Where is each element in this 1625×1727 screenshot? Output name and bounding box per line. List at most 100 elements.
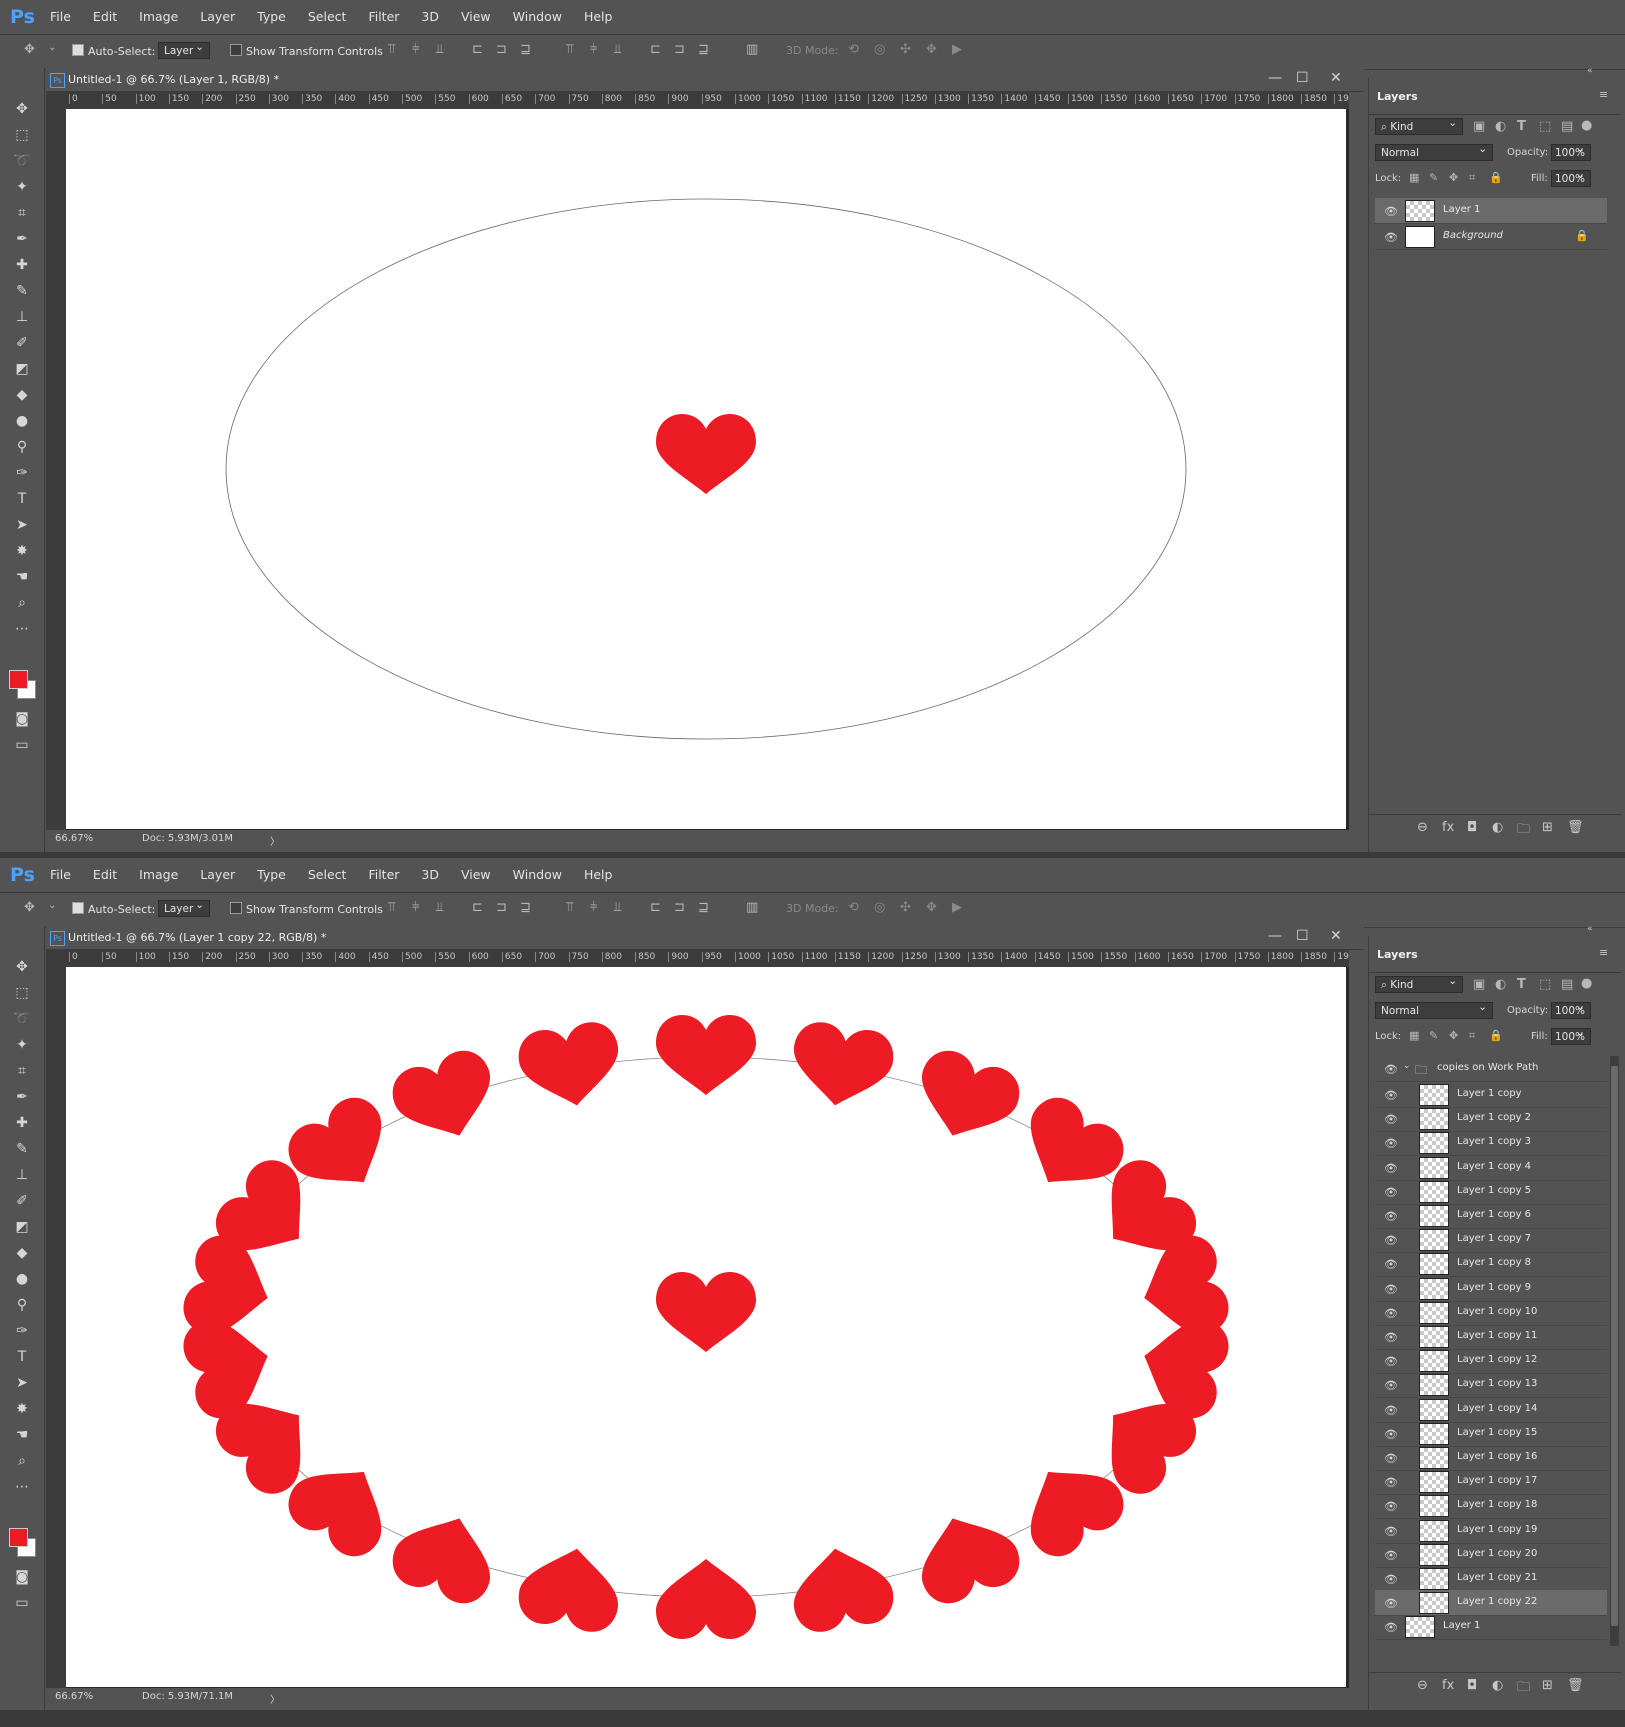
lock-artboard-icon[interactable]: ⌗	[1469, 1029, 1475, 1043]
blur-tool-icon[interactable]: ●	[10, 1268, 34, 1290]
eye-icon[interactable]: 👁	[1384, 1089, 1398, 1102]
align-icon[interactable]: ⊏	[472, 42, 483, 57]
eyedropper-icon[interactable]: ✒	[10, 228, 34, 250]
crop-tool-icon[interactable]: ⌗	[10, 202, 34, 224]
layer-row[interactable]: 👁 Layer 1 copy 5	[1375, 1179, 1607, 1205]
menu-window[interactable]: Window	[513, 9, 562, 24]
document-tab[interactable]: Ps Untitled-1 @ 66.7% (Layer 1, RGB/8) *…	[46, 69, 1364, 92]
adjustment-filter-icon[interactable]: ◐	[1495, 119, 1506, 134]
layer-row[interactable]: 👁 Layer 1 copy 16	[1375, 1445, 1607, 1471]
menu-file[interactable]: File	[50, 9, 71, 24]
heart-shape[interactable]	[656, 414, 756, 494]
layer-row[interactable]: 👁 Layer 1 copy 4	[1375, 1155, 1607, 1181]
zoom-tool-icon[interactable]: ⌕	[10, 592, 34, 614]
collapse-icon[interactable]: «	[1587, 66, 1593, 76]
kind-filter-dropdown[interactable]: ⌕ Kind	[1375, 115, 1463, 135]
paint-bucket-icon[interactable]: ◆	[10, 384, 34, 406]
layer-row[interactable]: 👁 Layer 1 copy 20	[1375, 1542, 1607, 1568]
shape-filter-icon[interactable]: ⬚	[1539, 119, 1551, 134]
align-icon[interactable]: ⊏	[650, 42, 661, 57]
layer-row[interactable]: 👁 Layer 1 copy 6	[1375, 1203, 1607, 1229]
3d-tool-icon[interactable]: ◎	[874, 42, 885, 57]
zoom-level[interactable]: 66.67%	[55, 1691, 93, 1702]
lock-transparent-icon[interactable]: ▦	[1409, 171, 1419, 184]
lock-artboard-icon[interactable]: ⌗	[1469, 171, 1475, 185]
screen-mode-icon[interactable]: ▭	[10, 1592, 34, 1614]
eye-icon[interactable]: 👁	[1384, 1549, 1398, 1562]
menu-window[interactable]: Window	[513, 867, 562, 882]
layer-group-row[interactable]: 👁 ⌄ 🗀 copies on Work Path	[1375, 1056, 1607, 1082]
custom-shape-icon[interactable]: ✸	[10, 1398, 34, 1420]
filter-toggle-icon[interactable]: ●	[1581, 976, 1592, 991]
type-filter-icon[interactable]: T	[1517, 119, 1526, 134]
status-arrow-icon[interactable]: 〉	[270, 1691, 280, 1706]
dodge-tool-icon[interactable]: ⚲	[10, 436, 34, 458]
adjustment-filter-icon[interactable]: ◐	[1495, 977, 1506, 992]
layer-row[interactable]: 👁 Layer 1 copy 17	[1375, 1469, 1607, 1496]
menu-3d[interactable]: 3D	[421, 867, 439, 882]
3d-tool-icon[interactable]: ◎	[874, 900, 885, 915]
chevron-down-icon[interactable]: ⌄	[1403, 1061, 1411, 1071]
pen-tool-icon[interactable]: ✑	[10, 1320, 34, 1342]
eye-icon[interactable]: 👁	[1384, 1210, 1398, 1223]
align-icon[interactable]: ▥	[746, 42, 758, 57]
move-tool-icon[interactable]: ✥	[24, 42, 35, 57]
adjustment-layer-icon[interactable]: ◐	[1492, 1678, 1503, 1693]
opacity-field[interactable]: 100%	[1551, 141, 1591, 161]
path-select-icon[interactable]: ➤	[10, 514, 34, 536]
layers-scrollbar[interactable]	[1610, 1056, 1619, 1646]
align-icon[interactable]: ⫩	[590, 900, 597, 915]
document-tab[interactable]: Ps Untitled-1 @ 66.7% (Layer 1 copy 22, …	[46, 927, 1364, 950]
smart-object-filter-icon[interactable]: ▤	[1561, 119, 1573, 134]
align-icon[interactable]: ⊒	[698, 42, 709, 57]
foreground-color-swatch[interactable]	[9, 1528, 28, 1547]
ruler-origin[interactable]	[46, 950, 66, 967]
layer-row[interactable]: 👁 Layer 1 copy 10	[1375, 1300, 1607, 1326]
heart-copy[interactable]	[515, 1018, 627, 1113]
eye-icon[interactable]: 👁	[1384, 1404, 1398, 1417]
eye-icon[interactable]: 👁	[1384, 1573, 1398, 1586]
add-mask-icon[interactable]: ◘	[1467, 820, 1477, 835]
3d-tool-icon[interactable]: ✥	[926, 42, 937, 57]
fx-icon[interactable]: fx	[1442, 820, 1454, 835]
eye-icon[interactable]: 👁	[1384, 1137, 1398, 1150]
layer-row[interactable]: 👁 Layer 1	[1375, 1614, 1607, 1641]
layers-tab[interactable]: Layers	[1377, 948, 1418, 961]
heart-copy[interactable]	[786, 1018, 898, 1113]
layer-row[interactable]: 👁 Layer 1 copy 13	[1375, 1372, 1607, 1399]
heart-copy[interactable]	[385, 1043, 506, 1152]
smart-object-filter-icon[interactable]: ▤	[1561, 977, 1573, 992]
menu-file[interactable]: File	[50, 867, 71, 882]
center-heart[interactable]	[656, 414, 756, 494]
scrollbar-thumb[interactable]	[1611, 1066, 1618, 1626]
align-icon[interactable]: ⫩	[412, 42, 419, 57]
menu-view[interactable]: View	[461, 867, 491, 882]
3d-tool-icon[interactable]: ▶	[952, 42, 962, 57]
lock-transparent-icon[interactable]: ▦	[1409, 1029, 1419, 1042]
align-icon[interactable]: ⊐	[674, 42, 685, 57]
eye-icon[interactable]: 👁	[1384, 1113, 1398, 1126]
fill-field[interactable]: 100%	[1551, 1025, 1591, 1045]
layer-row[interactable]: 👁 Layer 1 copy 19	[1375, 1518, 1607, 1544]
menu-type[interactable]: Type	[257, 867, 286, 882]
align-icon[interactable]: ⊏	[472, 900, 483, 915]
healing-brush-icon[interactable]: ✚	[10, 254, 34, 276]
heart-copy[interactable]	[515, 1540, 627, 1635]
3d-tool-icon[interactable]: ✣	[900, 42, 911, 57]
horizontal-ruler[interactable]: 0 50 100 150 200 250 300 350 400 450 500 550 600 650 7…	[66, 92, 1349, 109]
menu-edit[interactable]: Edit	[93, 9, 117, 24]
eye-icon[interactable]: 👁	[1384, 1063, 1398, 1076]
delete-layer-icon[interactable]: 🗑	[1567, 1678, 1584, 1693]
align-icon[interactable]: ⊐	[496, 42, 507, 57]
eye-icon[interactable]: 👁	[1384, 1525, 1398, 1538]
auto-select-checkbox[interactable]: Auto-Select:	[72, 902, 155, 916]
canvas[interactable]	[66, 967, 1346, 1687]
dodge-tool-icon[interactable]: ⚲	[10, 1294, 34, 1316]
horizontal-ruler[interactable]: 0 50 100 150 200 250 300 350 400 450 500 550 600 650 7…	[66, 950, 1349, 967]
3d-tool-icon[interactable]: ⟲	[848, 900, 859, 915]
menu-select[interactable]: Select	[308, 867, 347, 882]
layer-row[interactable]: 👁 Layer 1	[1375, 198, 1607, 224]
eye-icon[interactable]: 👁	[1384, 1597, 1398, 1610]
history-brush-icon[interactable]: ✐	[10, 1190, 34, 1212]
chevron-down-icon[interactable]: ⌄	[48, 42, 56, 53]
